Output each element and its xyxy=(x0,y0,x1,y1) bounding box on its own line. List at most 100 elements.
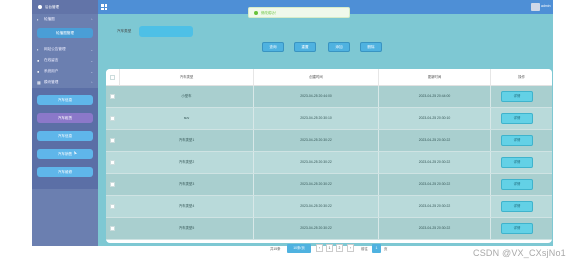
detail-button[interactable]: 详情 xyxy=(501,157,533,168)
table-row: 汽车类型4 2023-04-25 20:30:22 2023-04-25 20:… xyxy=(106,196,552,218)
brand: 后台管理 xyxy=(32,0,98,14)
notice-icon: ▪ xyxy=(37,46,39,52)
sidebar-menu-notice[interactable]: ▪ 网站公告管理 ⌄ xyxy=(32,44,98,55)
row-checkbox[interactable] xyxy=(110,116,115,121)
page-unit-label: 页 xyxy=(384,247,388,251)
sidebar-menu-label: 模块管理 xyxy=(44,80,59,84)
reset-button[interactable]: 重置 xyxy=(294,42,316,52)
next-page-button[interactable]: › xyxy=(347,244,354,252)
submenu-car-repair[interactable]: 汽车维修 xyxy=(37,167,93,177)
brand-title: 后台管理 xyxy=(45,4,59,9)
cell-created: 2023-04-25 20:30:22 xyxy=(254,218,379,239)
module-submenu: 汽车信息 汽车租赁 汽车信息 汽车销售 汽车维修 xyxy=(32,88,98,189)
watermark: CSDN @VX_CXsjNo1 xyxy=(473,248,566,258)
chevron-up-icon: ⌃ xyxy=(90,17,93,22)
table-row: 汽车类型1 2023-04-25 20:30:22 2023-04-25 20:… xyxy=(106,130,552,152)
row-checkbox[interactable] xyxy=(110,204,115,209)
user-icon: ● xyxy=(37,68,40,74)
row-checkbox[interactable] xyxy=(110,94,115,99)
chevron-down-icon: ⌄ xyxy=(90,69,93,74)
sidebar-menu-label: 网站公告管理 xyxy=(44,47,66,51)
detail-button[interactable]: 详情 xyxy=(501,135,533,146)
chevron-down-icon: ⌄ xyxy=(90,47,93,52)
sidebar: 后台管理 ▪ 轮播图 ⌃ 轮播图管理 ▪ 网站公告管理 ⌄ ● 在线留言 ⌄ ●… xyxy=(32,0,98,246)
column-header: 操作 xyxy=(518,75,525,79)
submenu-car-info[interactable]: 汽车信息 xyxy=(37,95,93,105)
prev-page-button[interactable]: ‹ xyxy=(316,244,323,252)
detail-button[interactable]: 详情 xyxy=(501,179,533,190)
row-checkbox[interactable] xyxy=(110,160,115,165)
cell-type: 汽车类型2 xyxy=(120,152,254,173)
cell-updated: 2023-04-25 20:30:22 xyxy=(379,196,491,217)
detail-button[interactable]: 详情 xyxy=(501,91,533,102)
toast-message: 修改成功！ xyxy=(261,11,278,15)
sidebar-menu-modules[interactable]: ▦ 模块管理 ⌃ xyxy=(32,77,98,88)
user-name[interactable]: admin xyxy=(541,4,551,8)
cell-type: 小型车 xyxy=(120,86,254,107)
sidebar-menu-label: 在线留言 xyxy=(44,58,59,62)
detail-button[interactable]: 详情 xyxy=(501,223,533,234)
cell-created: 2023-04-25 20:30:10 xyxy=(254,108,379,129)
select-all-header[interactable] xyxy=(106,69,120,86)
data-table: 汽车类型 创建时间 更新时间 操作 小型车 2023-04-25 20:44:0… xyxy=(106,69,552,243)
table-row: 汽车类型3 2023-04-25 20:30:22 2023-04-25 20:… xyxy=(106,174,552,196)
chevron-up-icon: ⌃ xyxy=(90,80,93,85)
cell-updated: 2023-04-25 20:30:10 xyxy=(379,108,491,129)
success-icon xyxy=(254,10,258,15)
column-header[interactable]: 创建时间 xyxy=(254,69,379,86)
cell-type: 汽车类型3 xyxy=(120,174,254,195)
checkbox[interactable] xyxy=(110,75,115,80)
cell-updated: 2023-04-25 20:30:22 xyxy=(379,130,491,151)
search-label: 汽车类型 xyxy=(117,29,132,33)
row-checkbox[interactable] xyxy=(110,182,115,187)
table-row: 小型车 2023-04-25 20:44:00 2023-04-25 20:44… xyxy=(106,86,552,108)
column-header[interactable]: 汽车类型 xyxy=(120,69,254,86)
cell-type: 汽车类型5 xyxy=(120,218,254,239)
sidebar-menu-users[interactable]: ● 系统用户 ⌄ xyxy=(32,66,98,77)
right-gutter xyxy=(553,0,587,263)
delete-button[interactable]: 删除 xyxy=(360,42,382,52)
row-checkbox[interactable] xyxy=(110,138,115,143)
search-input[interactable] xyxy=(139,26,193,37)
sidebar-menu-label: 系统用户 xyxy=(44,69,59,73)
sidebar-menu-message[interactable]: ● 在线留言 ⌄ xyxy=(32,55,98,66)
page-number[interactable]: 2 xyxy=(336,244,343,252)
query-button[interactable]: 查询 xyxy=(262,42,284,52)
cell-type: suv xyxy=(120,108,254,129)
logo-icon xyxy=(38,5,42,9)
cell-created: 2023-04-25 20:30:22 xyxy=(254,174,379,195)
image-icon: ▪ xyxy=(37,16,39,22)
cell-updated: 2023-04-25 20:30:22 xyxy=(379,174,491,195)
cell-created: 2023-04-25 20:30:22 xyxy=(254,152,379,173)
sidebar-menu-carousel[interactable]: ▪ 轮播图 ⌃ xyxy=(32,14,98,25)
menu-toggle-icon[interactable] xyxy=(101,4,107,10)
page-number[interactable]: 1 xyxy=(326,244,333,252)
row-checkbox[interactable] xyxy=(110,226,115,231)
cell-type: 汽车类型1 xyxy=(120,130,254,151)
avatar[interactable] xyxy=(531,3,540,11)
cell-created: 2023-04-25 20:30:22 xyxy=(254,130,379,151)
detail-button[interactable]: 详情 xyxy=(501,113,533,124)
submenu-car-info-2[interactable]: 汽车信息 xyxy=(37,131,93,141)
table-row: 汽车类型5 2023-04-25 20:30:22 2023-04-25 20:… xyxy=(106,218,552,240)
carousel-manage-button[interactable]: 轮播图管理 xyxy=(37,28,93,38)
chevron-down-icon: ⌄ xyxy=(90,58,93,63)
page-size-select[interactable]: 10条/页 xyxy=(287,244,311,253)
cell-type: 汽车类型4 xyxy=(120,196,254,217)
sidebar-menu-label: 轮播图 xyxy=(44,17,55,21)
cell-updated: 2023-04-25 20:44:00 xyxy=(379,86,491,107)
detail-button[interactable]: 详情 xyxy=(501,201,533,212)
message-icon: ● xyxy=(37,57,40,63)
success-toast: 修改成功！ xyxy=(248,7,350,18)
table-row: 汽车类型2 2023-04-25 20:30:22 2023-04-25 20:… xyxy=(106,152,552,174)
add-button[interactable]: 添加 xyxy=(328,42,350,52)
submenu-car-rental[interactable]: 汽车租赁 xyxy=(37,113,93,123)
left-gutter xyxy=(0,0,32,263)
table-header: 汽车类型 创建时间 更新时间 操作 xyxy=(106,69,552,86)
column-header[interactable]: 更新时间 xyxy=(379,69,491,86)
goto-input[interactable]: 1 xyxy=(372,244,381,253)
cell-updated: 2023-04-25 20:30:22 xyxy=(379,152,491,173)
cell-created: 2023-04-25 20:44:00 xyxy=(254,86,379,107)
submenu-car-sales[interactable]: 汽车销售 xyxy=(37,149,93,159)
app-window: 后台管理 ▪ 轮播图 ⌃ 轮播图管理 ▪ 网站公告管理 ⌄ ● 在线留言 ⌄ ●… xyxy=(0,0,587,263)
